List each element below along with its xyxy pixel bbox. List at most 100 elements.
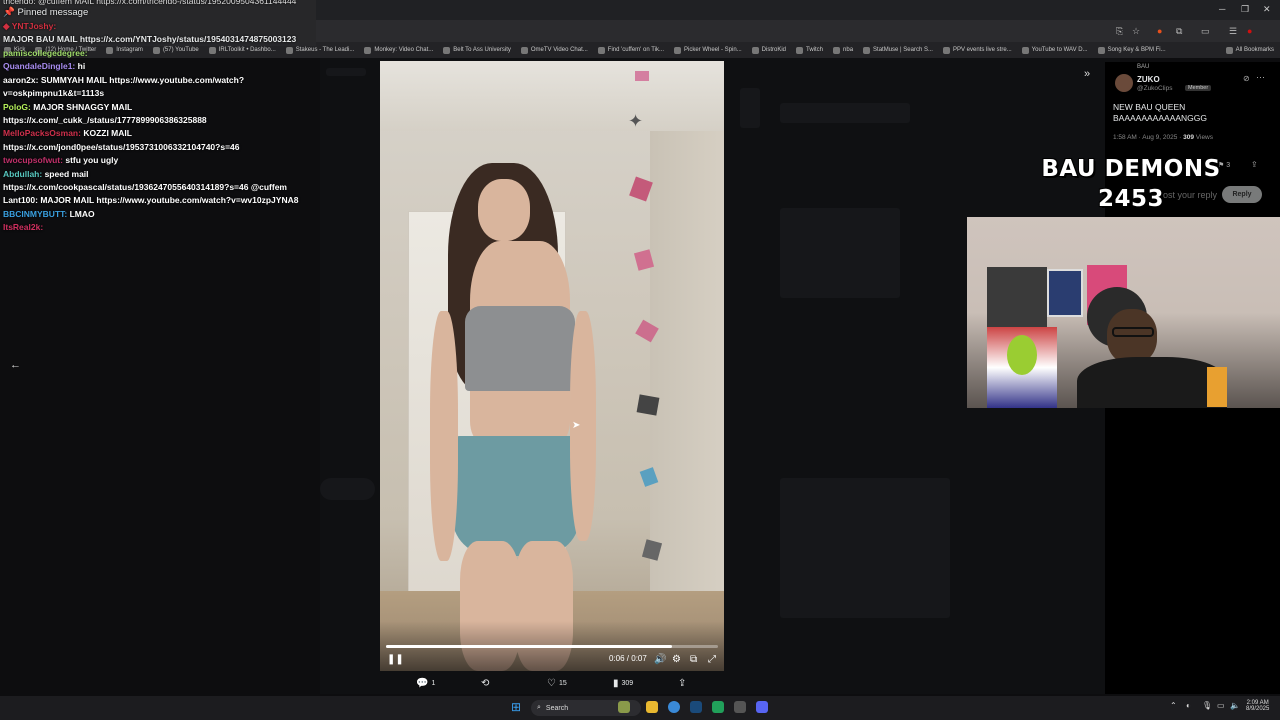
pinned-user-name: YNTJoshy [11,21,54,31]
repost-button[interactable]: ⟲ [481,678,492,689]
chat-text: v=oskpimpnu1k&t=1113s [3,88,105,99]
bookmark-item[interactable]: Belt To Ass University [443,46,511,54]
bookmark-item[interactable]: Picker Wheel - Spin... [673,46,742,54]
install-icon[interactable]: ⎘ [1116,26,1123,37]
chat-text: https://x.com/_cukk_/status/177789990638… [3,115,207,125]
mic-icon[interactable]: 🎙 [1202,701,1212,710]
collapse-panel-icon[interactable]: » [1084,68,1090,80]
chat-message: QuandaleDingle1: hi [3,60,85,73]
chat-username[interactable]: PoloG: [3,102,31,112]
reply-button[interactable]: 💬 1 [416,678,435,689]
chat-username[interactable]: Abdullah: [3,169,42,179]
bookmark-item[interactable]: nba [833,46,854,54]
repost-icon: ⟲ [481,678,490,689]
chrome-icon[interactable] [668,701,680,713]
overlay-line1: BAU DEMONS [1041,156,1221,182]
chat-text: SUMMYAH MAIL https://www.youtube.com/wat… [40,74,245,85]
star-icon[interactable]: ☆ [1132,26,1140,37]
chat-username[interactable]: twocupsofwut: [3,155,63,165]
chat-username[interactable]: aaron2x: [3,75,38,85]
sidebar-icon[interactable]: ▭ [1201,26,1210,37]
chat-message: PoloG: MAJOR SHNAGGY MAIL [3,101,132,114]
network-icon[interactable]: ▭ [1217,701,1225,710]
bookmark-item[interactable]: Monkey: Video Chat... [364,46,433,54]
view-count: 309 [621,680,634,687]
pause-icon[interactable]: ❚❚ [387,654,404,665]
profile-icon[interactable]: ● [1247,26,1252,36]
chat-message: BBCINMYBUTT: LMAO [3,208,95,221]
avatar[interactable] [1115,74,1133,92]
bookmark-favicon-icon [1097,46,1105,54]
more-icon[interactable]: ⋯ [1256,72,1265,83]
grok-icon[interactable]: ⊘ [1243,74,1250,83]
bookmark-item[interactable]: PPV events live stre... [942,46,1012,54]
pinned-label-text: Pinned message [17,7,89,18]
minimize-icon[interactable]: ─ [1219,4,1225,14]
chat-username[interactable]: Lant100: [3,195,38,205]
volume-icon[interactable]: 🔊 [654,654,666,665]
obs-icon[interactable] [712,701,724,713]
discord-icon[interactable] [756,701,768,713]
bookmark-favicon-icon [751,46,759,54]
back-arrow-icon[interactable]: ← [10,359,21,371]
tray-app-icon[interactable]: ◐ [1186,701,1191,710]
chat-username[interactable]: QuandaleDingle1: [3,61,75,71]
chat-username[interactable]: BBCINMYBUTT: [3,209,67,219]
chat-message: MelloPacksOsman: KOZZI MAIL [3,127,132,140]
bookmark-item[interactable]: All Bookmarks [1225,46,1280,54]
bookmark-label: All Bookmarks [1235,47,1274,53]
chat-text: https://x.com/jond0pee/status/1953731006… [3,141,240,152]
bookmark-item[interactable]: OmeTV Video Chat... [520,46,588,54]
chat-text: MAJOR MAIL https://www.youtube.com/watch… [40,195,299,206]
bookmark-favicon-icon [520,46,528,54]
share-button[interactable]: ⇪ [678,678,686,689]
settings-icon[interactable]: ⚙ [672,654,681,665]
video-player[interactable]: ✦ [380,61,724,671]
chat-message: aaron2x: SUMMYAH MAIL https://www.youtub… [3,74,244,87]
chat-text: hi [77,61,86,72]
file-explorer-icon[interactable] [646,701,658,713]
bookmark-item[interactable]: Song Key & BPM Fi... [1097,46,1166,54]
restore-icon[interactable]: ❐ [1241,4,1249,15]
bookmark-item[interactable]: YouTube to WAV D... [1021,46,1088,54]
bookmark-favicon-icon [1225,46,1233,54]
chat-username[interactable]: ItsReal2k: [3,222,43,232]
bookmark-item[interactable]: Find 'cuffem' on Tik... [597,46,664,54]
bookmark-item[interactable]: Twitch [796,46,823,54]
chat-username[interactable]: MelloPacksOsman: [3,128,81,138]
video-progress-bar[interactable] [386,645,718,648]
chat-text: MAJOR SHNAGGY MAIL [33,101,133,112]
author-name[interactable]: ZUKO [1137,75,1160,84]
close-icon[interactable]: ✕ [1263,4,1271,15]
tray-chevron-icon[interactable]: ⌃ [1170,701,1177,710]
fullscreen-icon[interactable]: ⤢ [708,654,716,665]
bookmark-label: nba [843,47,854,53]
windows-start-icon[interactable]: ⊞ [511,700,521,714]
chat-message: v=oskpimpnu1k&t=1113s [3,87,104,100]
clock[interactable]: 2:09 AM 8/9/2025 [1246,700,1269,712]
bookmark-label: StatMuse | Search S... [873,47,933,53]
bookmark-favicon-icon [1021,46,1029,54]
bookmark-item[interactable]: StatMuse | Search S... [863,46,933,54]
steam-icon[interactable] [690,701,702,713]
chat-message: pamiscollegedegree: [3,47,88,60]
share-post-icon[interactable]: ⇪ [1251,160,1258,169]
bookmark-item[interactable]: DistroKid [751,46,786,54]
chat-text: https://x.com/cookpascal/status/19362470… [3,182,287,192]
widget-icon[interactable] [618,701,630,713]
member-badge: Member [1185,85,1212,91]
overlay-line2: 2453 [1097,186,1164,212]
chat-username[interactable]: pamiscollegedegree: [3,48,88,58]
extension-icon[interactable]: ● [1157,26,1162,36]
speaker-icon[interactable]: 🔈 [1230,701,1240,710]
pip-icon[interactable]: ⧉ [690,654,697,665]
bookmark-favicon-icon [673,46,681,54]
pin-icon: 📌 [3,7,15,18]
app-icon[interactable] [734,701,746,713]
like-button[interactable]: ♡ 15 [547,678,567,689]
stream-chat: tricendo: @cuffem MAIL https://x.com/tri… [0,0,320,250]
extensions-icon[interactable]: ⧉ [1176,26,1182,37]
menu-icon[interactable]: ☰ [1229,26,1237,37]
views-button[interactable]: ▮ 309 [613,678,633,689]
author-handle[interactable]: @ZukoClips [1137,85,1173,92]
